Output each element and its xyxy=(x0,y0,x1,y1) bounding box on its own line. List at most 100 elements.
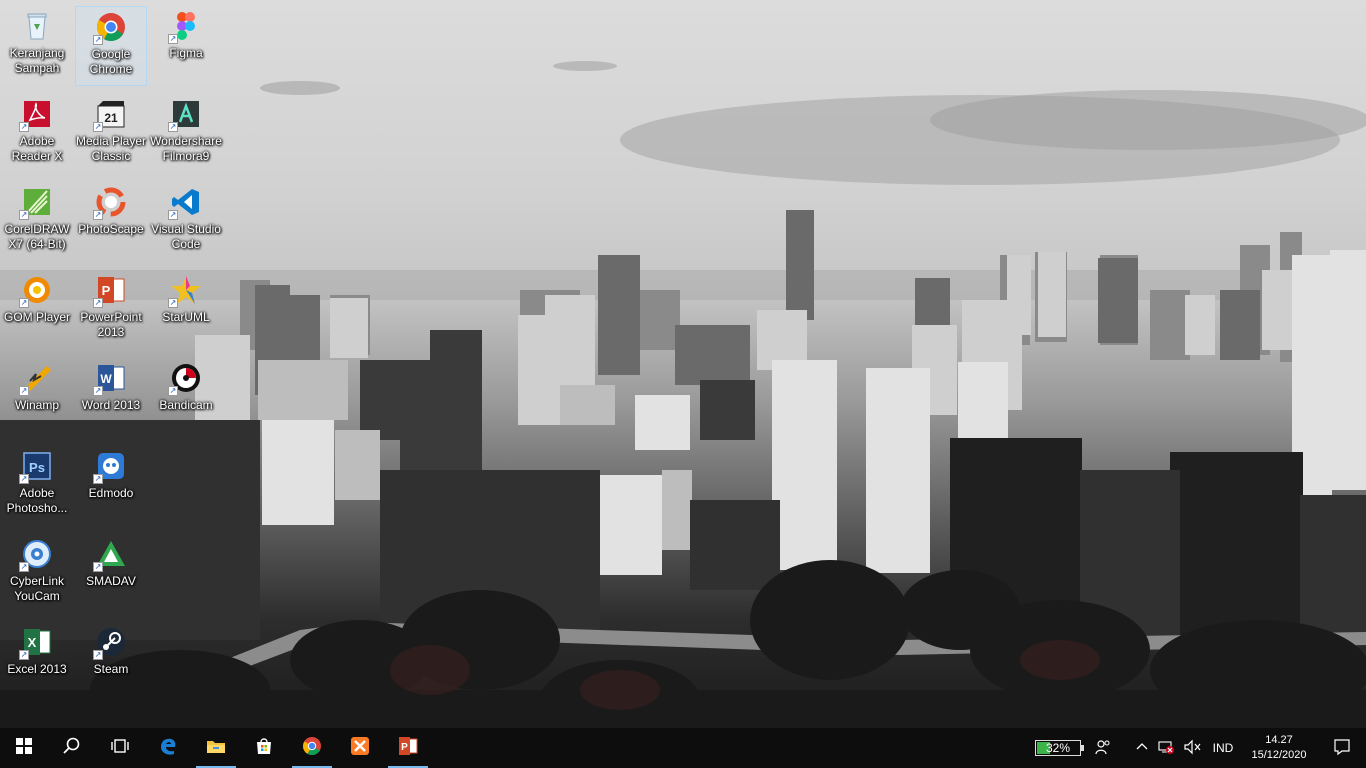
photoscape-icon: ↗ xyxy=(93,186,127,220)
network-disconnected-icon xyxy=(1157,739,1175,758)
search-button[interactable] xyxy=(48,728,96,768)
adobe-reader-icon: ↗ xyxy=(19,98,53,132)
desktop-icon-excel[interactable]: X ↗ Excel 2013 xyxy=(1,622,73,702)
desktop-icon-steam[interactable]: ↗ Steam xyxy=(75,622,147,702)
taskbar-file-explorer-button[interactable] xyxy=(192,728,240,768)
taskbar-edge-button[interactable] xyxy=(144,728,192,768)
desktop-icon-smadav[interactable]: ↗ SMADAV xyxy=(75,534,147,614)
battery-icon: 32% xyxy=(1035,740,1084,756)
clock-button[interactable]: 14.27 15/12/2020 xyxy=(1240,728,1318,768)
desktop-icon-coreldraw[interactable]: ↗ CorelDRAW X7 (64-Bit) xyxy=(1,182,73,262)
desktop-icon-photoscape[interactable]: ↗ PhotoScape xyxy=(75,182,147,262)
chevron-up-icon xyxy=(1135,740,1149,757)
start-button[interactable] xyxy=(0,728,48,768)
desktop-icon-youcam[interactable]: ↗ CyberLink YouCam xyxy=(1,534,73,614)
shortcut-arrow-icon: ↗ xyxy=(168,298,178,308)
search-icon xyxy=(62,736,82,761)
steam-icon: ↗ xyxy=(93,626,127,660)
staruml-icon: ↗ xyxy=(168,274,202,308)
shortcut-arrow-icon: ↗ xyxy=(93,386,103,396)
shortcut-arrow-icon: ↗ xyxy=(168,386,178,396)
shortcut-arrow-icon: ↗ xyxy=(19,386,29,396)
media-player-classic-icon: 21 ↗ xyxy=(93,98,127,132)
shortcut-arrow-icon: ↗ xyxy=(19,122,29,132)
task-view-icon xyxy=(110,736,130,761)
edmodo-icon: ↗ xyxy=(93,450,127,484)
desktop-icon-powerpoint[interactable]: P ↗ PowerPoint 2013 xyxy=(75,270,147,350)
show-hidden-icons-button[interactable] xyxy=(1130,728,1154,768)
edge-icon xyxy=(158,736,178,761)
youcam-icon: ↗ xyxy=(19,538,53,572)
svg-text:X: X xyxy=(28,635,37,650)
desktop-icon-edmodo[interactable]: ↗ Edmodo xyxy=(75,446,147,526)
taskbar-xampp-button[interactable] xyxy=(336,728,384,768)
input-language-button[interactable]: IND xyxy=(1206,728,1240,768)
svg-text:W: W xyxy=(100,372,112,386)
action-center-icon xyxy=(1333,738,1351,759)
desktop-icon-bandicam[interactable]: ↗ Bandicam xyxy=(150,358,222,438)
desktop-icon-winamp[interactable]: ↗ Winamp xyxy=(1,358,73,438)
chrome-icon xyxy=(302,736,322,761)
gom-player-icon: ↗ xyxy=(19,274,53,308)
desktop-icon-photoshop[interactable]: Ps ↗ Adobe Photosho... xyxy=(1,446,73,526)
people-button[interactable] xyxy=(1088,728,1118,768)
shortcut-arrow-icon: ↗ xyxy=(19,210,29,220)
excel-icon: X ↗ xyxy=(19,626,53,660)
desktop-icon-media-player-classic[interactable]: 21 ↗ Media Player Classic xyxy=(75,94,147,174)
taskbar: P 32% IND 14.27 15/12/2020 xyxy=(0,728,1366,768)
coreldraw-icon: ↗ xyxy=(19,186,53,220)
filmora-icon: ↗ xyxy=(168,98,202,132)
taskbar-microsoft-store-button[interactable] xyxy=(240,728,288,768)
winamp-icon: ↗ xyxy=(19,362,53,396)
system-tray: 32% IND 14.27 15/12/2020 xyxy=(1032,728,1366,768)
volume-muted-icon xyxy=(1183,739,1201,758)
shortcut-arrow-icon: ↗ xyxy=(93,210,103,220)
shortcut-arrow-icon: ↗ xyxy=(168,210,178,220)
volume-button[interactable] xyxy=(1178,728,1206,768)
shortcut-arrow-icon: ↗ xyxy=(93,650,103,660)
clock-time: 14.27 xyxy=(1265,734,1293,746)
word-icon: W ↗ xyxy=(93,362,127,396)
desktop-icon-figma[interactable]: ↗ Figma xyxy=(150,6,222,86)
shortcut-arrow-icon: ↗ xyxy=(168,34,178,44)
file-explorer-icon xyxy=(206,736,226,761)
microsoft-store-icon xyxy=(254,736,274,761)
task-view-button[interactable] xyxy=(96,728,144,768)
taskbar-chrome-button[interactable] xyxy=(288,728,336,768)
start-icon xyxy=(14,736,34,761)
figma-icon: ↗ xyxy=(168,10,202,44)
smadav-icon: ↗ xyxy=(93,538,127,572)
desktop-icon-word[interactable]: W ↗ Word 2013 xyxy=(75,358,147,438)
xampp-icon xyxy=(350,736,370,761)
bandicam-icon: ↗ xyxy=(168,362,202,396)
clock-date: 15/12/2020 xyxy=(1251,749,1307,761)
shortcut-arrow-icon: ↗ xyxy=(93,122,103,132)
network-button[interactable] xyxy=(1154,728,1178,768)
recycle-bin-icon xyxy=(21,10,53,42)
shortcut-arrow-icon: ↗ xyxy=(93,298,103,308)
svg-text:21: 21 xyxy=(104,111,118,125)
shortcut-arrow-icon: ↗ xyxy=(93,562,103,572)
desktop-icon-adobe-reader[interactable]: ↗ Adobe Reader X xyxy=(1,94,73,174)
desktop-icon-gom-player[interactable]: ↗ GOM Player xyxy=(1,270,73,350)
shortcut-arrow-icon: ↗ xyxy=(93,35,103,45)
shortcut-arrow-icon: ↗ xyxy=(168,122,178,132)
people-icon xyxy=(1095,739,1111,758)
svg-text:P: P xyxy=(401,742,408,753)
desktop-icon-filmora[interactable]: ↗ Wondershare Filmora9 xyxy=(150,94,222,174)
svg-text:P: P xyxy=(102,283,111,298)
desktop-icon-recycle-bin[interactable]: Keranjang Sampah xyxy=(1,6,73,86)
desktop-icon-staruml[interactable]: ↗ StarUML xyxy=(150,270,222,350)
powerpoint-icon: P ↗ xyxy=(93,274,127,308)
action-center-button[interactable] xyxy=(1318,728,1366,768)
shortcut-arrow-icon: ↗ xyxy=(19,562,29,572)
taskbar-powerpoint-button[interactable]: P xyxy=(384,728,432,768)
desktop-icon-vscode[interactable]: ↗ Visual Studio Code xyxy=(150,182,222,262)
photoshop-icon: Ps ↗ xyxy=(19,450,53,484)
desktop-icon-google-chrome[interactable]: ↗ Google Chrome xyxy=(75,6,147,86)
shortcut-arrow-icon: ↗ xyxy=(19,474,29,484)
shortcut-arrow-icon: ↗ xyxy=(19,298,29,308)
svg-text:Ps: Ps xyxy=(29,460,45,475)
battery-indicator[interactable]: 32% xyxy=(1032,728,1088,768)
powerpoint-icon: P xyxy=(398,736,418,761)
